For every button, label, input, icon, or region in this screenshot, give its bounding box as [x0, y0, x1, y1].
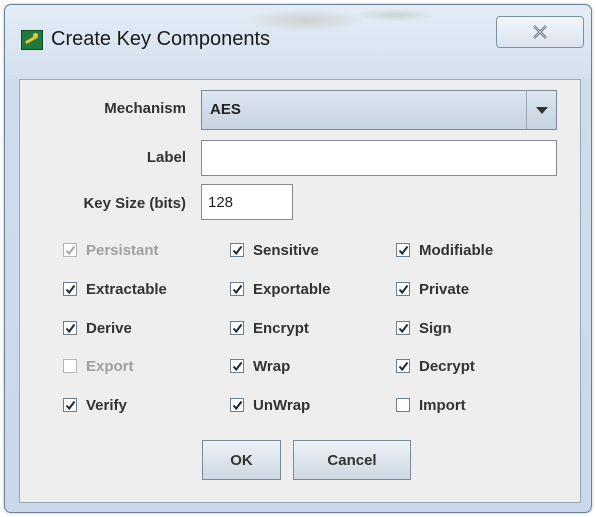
check-icon	[398, 323, 409, 334]
checkbox-private[interactable]: Private	[396, 278, 469, 300]
close-button[interactable]	[496, 16, 584, 48]
checkbox-box[interactable]	[63, 321, 77, 335]
check-icon	[232, 323, 243, 334]
checkbox-box[interactable]	[230, 359, 244, 373]
label-label: Label	[146, 149, 186, 166]
check-icon	[65, 284, 76, 295]
checkbox-box[interactable]	[396, 359, 410, 373]
checkbox-box[interactable]	[230, 398, 244, 412]
check-icon	[232, 361, 243, 372]
check-icon	[232, 245, 243, 256]
ok-button[interactable]: OK	[202, 440, 281, 480]
checkbox-exportable[interactable]: Exportable	[230, 278, 331, 300]
checkbox-sign[interactable]: Sign	[396, 317, 452, 339]
check-icon	[398, 361, 409, 372]
cancel-button[interactable]: Cancel	[293, 440, 411, 480]
key-app-icon	[21, 30, 43, 50]
checkbox-box[interactable]	[230, 243, 244, 257]
check-icon	[398, 284, 409, 295]
checkbox-label: Modifiable	[419, 241, 494, 259]
checkbox-label: UnWrap	[253, 396, 311, 414]
checkbox-verify[interactable]: Verify	[63, 394, 127, 416]
chevron-down-icon[interactable]	[526, 91, 556, 129]
title-bar[interactable]: Create Key Components	[5, 5, 591, 79]
keysize-label: Key Size (bits)	[83, 195, 186, 212]
checkbox-encrypt[interactable]: Encrypt	[230, 317, 309, 339]
checkbox-box	[63, 243, 77, 257]
check-icon	[65, 323, 76, 334]
mechanism-select[interactable]: AES	[201, 90, 557, 130]
checkbox-box[interactable]	[396, 398, 410, 412]
checkbox-box[interactable]	[230, 321, 244, 335]
checkbox-label: Extractable	[86, 280, 167, 298]
checkbox-label: Verify	[86, 396, 127, 414]
checkbox-label: Sensitive	[253, 241, 319, 259]
mechanism-value: AES	[210, 101, 241, 118]
close-icon	[533, 25, 547, 39]
checkbox-box	[63, 359, 77, 373]
checkbox-label: Wrap	[253, 357, 291, 375]
checkbox-label: Decrypt	[419, 357, 475, 375]
checkbox-extractable[interactable]: Extractable	[63, 278, 167, 300]
checkbox-label: Private	[419, 280, 470, 298]
checkbox-label: Exportable	[253, 280, 331, 298]
checkbox-box[interactable]	[63, 282, 77, 296]
checkbox-label: Sign	[419, 319, 452, 337]
check-icon	[65, 245, 76, 256]
checkbox-unwrap[interactable]: UnWrap	[230, 394, 310, 416]
check-icon	[232, 400, 243, 411]
dialog-window: Create Key Components Mechanism AES Labe…	[4, 4, 592, 513]
checkbox-label: Encrypt	[253, 319, 309, 337]
checkbox-import[interactable]: Import	[396, 394, 466, 416]
window-title: Create Key Components	[51, 28, 271, 50]
checkbox-box[interactable]	[230, 282, 244, 296]
checkbox-sensitive[interactable]: Sensitive	[230, 239, 319, 261]
checkbox-derive[interactable]: Derive	[63, 317, 132, 339]
check-icon	[65, 400, 76, 411]
dialog-content: Mechanism AES Label Key Size (bits) Pers…	[19, 79, 581, 503]
checkbox-decrypt[interactable]: Decrypt	[396, 355, 475, 377]
checkbox-persistant: Persistant	[63, 239, 159, 261]
checkbox-box[interactable]	[63, 398, 77, 412]
checkbox-box[interactable]	[396, 321, 410, 335]
checkbox-wrap[interactable]: Wrap	[230, 355, 290, 377]
checkbox-label: Derive	[86, 319, 132, 337]
check-icon	[232, 284, 243, 295]
label-input[interactable]	[201, 140, 557, 176]
keysize-input[interactable]	[201, 184, 293, 220]
checkbox-box[interactable]	[396, 282, 410, 296]
checkbox-label: Import	[419, 396, 466, 414]
checkbox-label: Export	[86, 357, 134, 375]
checkbox-label: Persistant	[86, 241, 159, 259]
mechanism-label: Mechanism	[104, 100, 186, 117]
checkbox-box[interactable]	[396, 243, 410, 257]
checkbox-modifiable[interactable]: Modifiable	[396, 239, 493, 261]
checkbox-export: Export	[63, 355, 134, 377]
check-icon	[398, 245, 409, 256]
